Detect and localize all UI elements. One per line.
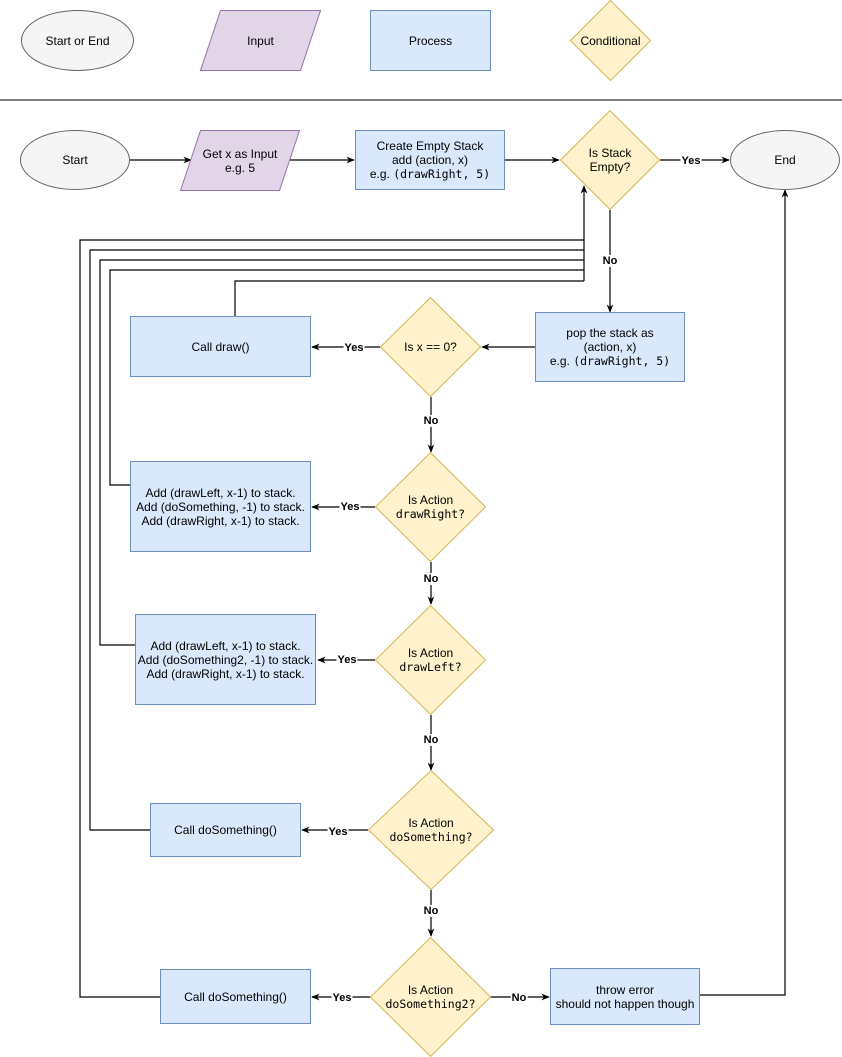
pop-stack-line3-prefix: e.g. <box>549 354 574 368</box>
get-input-line1: Get x as Input <box>202 146 278 161</box>
legend-input: Input <box>200 10 321 71</box>
call-do-something-2-node: Call doSomething() <box>160 969 311 1024</box>
edge-label-do-something-no: No <box>422 905 440 917</box>
edge-label-draw-left-no: No <box>422 734 440 746</box>
is-stack-empty-node: Is Stack Empty? <box>560 110 660 210</box>
is-draw-right-node: Is Action drawRight? <box>375 452 486 562</box>
is-draw-right-line1: Is Action <box>407 493 454 507</box>
is-do-something-node: Is Action doSomething? <box>368 770 494 890</box>
edge-label-do-something2-no: No <box>510 992 528 1004</box>
legend-conditional: Conditional <box>570 0 651 81</box>
is-do-something2-line1: Is Action <box>407 983 454 997</box>
is-do-something-code: doSomething? <box>389 830 473 844</box>
pop-stack-node: pop the stack as (action, x) e.g. (drawRig… <box>535 312 685 382</box>
start-label: Start <box>62 153 88 167</box>
create-stack-line3-code: (drawRight, 5) <box>393 167 491 181</box>
is-x-zero-label: Is x == 0? <box>404 340 457 354</box>
is-draw-left-line1: Is Action <box>407 646 454 660</box>
loop-from-add-draw-right <box>109 269 584 486</box>
get-input-line2: e.g. 5 <box>224 160 256 175</box>
is-draw-left-node: Is Action drawLeft? <box>375 605 486 715</box>
legend-terminal-label: Start or End <box>45 33 110 48</box>
create-stack-line3-prefix: e.g. <box>369 167 394 181</box>
pop-stack-line3-code: (drawRight, 5) <box>573 354 671 368</box>
call-do-something-2-label: Call doSomething() <box>184 989 287 1004</box>
edge-label-do-something2-yes: Yes <box>331 992 353 1004</box>
is-x-zero-node: Is x == 0? <box>380 297 481 397</box>
get-input-node: Get x as Input e.g. 5 <box>180 130 300 191</box>
legend-input-label: Input <box>247 33 274 48</box>
legend-terminal: Start or End <box>21 10 134 71</box>
edge-label-x-zero-yes: Yes <box>343 342 365 354</box>
edge-label-stack-empty-yes: Yes <box>680 155 702 167</box>
end-node: End <box>730 130 840 190</box>
pop-stack-line1: pop the stack as <box>566 326 654 340</box>
call-draw-label: Call draw() <box>191 339 250 354</box>
add-draw-right-node: Add (drawLeft, x-1) to stack. Add (doSom… <box>130 461 311 552</box>
legend-process-label: Process <box>408 33 453 48</box>
add-draw-left-node: Add (drawLeft, x-1) to stack. Add (doSom… <box>135 614 316 705</box>
is-stack-empty-label: Is Stack Empty? <box>588 146 632 174</box>
create-stack-line1: Create Empty Stack <box>376 139 484 153</box>
end-label: End <box>774 153 796 167</box>
legend-conditional-label: Conditional <box>580 33 641 48</box>
is-draw-left-code: drawLeft? <box>399 660 462 674</box>
call-do-something-label: Call doSomething() <box>174 823 277 837</box>
throw-error-label: throw error should not happen though <box>555 982 695 1011</box>
edge-label-x-zero-no: No <box>422 415 440 427</box>
is-do-something2-node: Is Action doSomething2? <box>370 937 491 1057</box>
is-draw-right-code: drawRight? <box>395 507 466 521</box>
create-stack-node: Create Empty Stack add (action, x) e.g. (d… <box>355 130 505 190</box>
edge-label-draw-right-no: No <box>422 573 440 585</box>
call-draw-node: Call draw() <box>130 316 311 377</box>
pop-stack-line2: (action, x) <box>583 340 637 354</box>
create-stack-line2: add (action, x) <box>391 153 469 167</box>
start-node: Start <box>20 130 130 190</box>
add-draw-left-label: Add (drawLeft, x-1) to stack. Add (doSom… <box>137 638 314 681</box>
is-do-something2-code: doSomething2? <box>385 997 476 1011</box>
throw-error-node: throw error should not happen though <box>550 968 700 1025</box>
legend-process: Process <box>370 10 491 71</box>
edge-label-draw-left-yes: Yes <box>336 654 358 666</box>
edge-label-draw-right-yes: Yes <box>339 501 361 513</box>
edge-label-stack-empty-no: No <box>601 255 619 267</box>
call-do-something-node: Call doSomething() <box>150 803 301 857</box>
edge-error-to-end <box>700 189 789 996</box>
add-draw-right-label: Add (drawLeft, x-1) to stack. Add (doSom… <box>136 485 305 528</box>
is-do-something-line1: Is Action <box>408 816 454 830</box>
edge-label-do-something-yes: Yes <box>327 826 349 838</box>
